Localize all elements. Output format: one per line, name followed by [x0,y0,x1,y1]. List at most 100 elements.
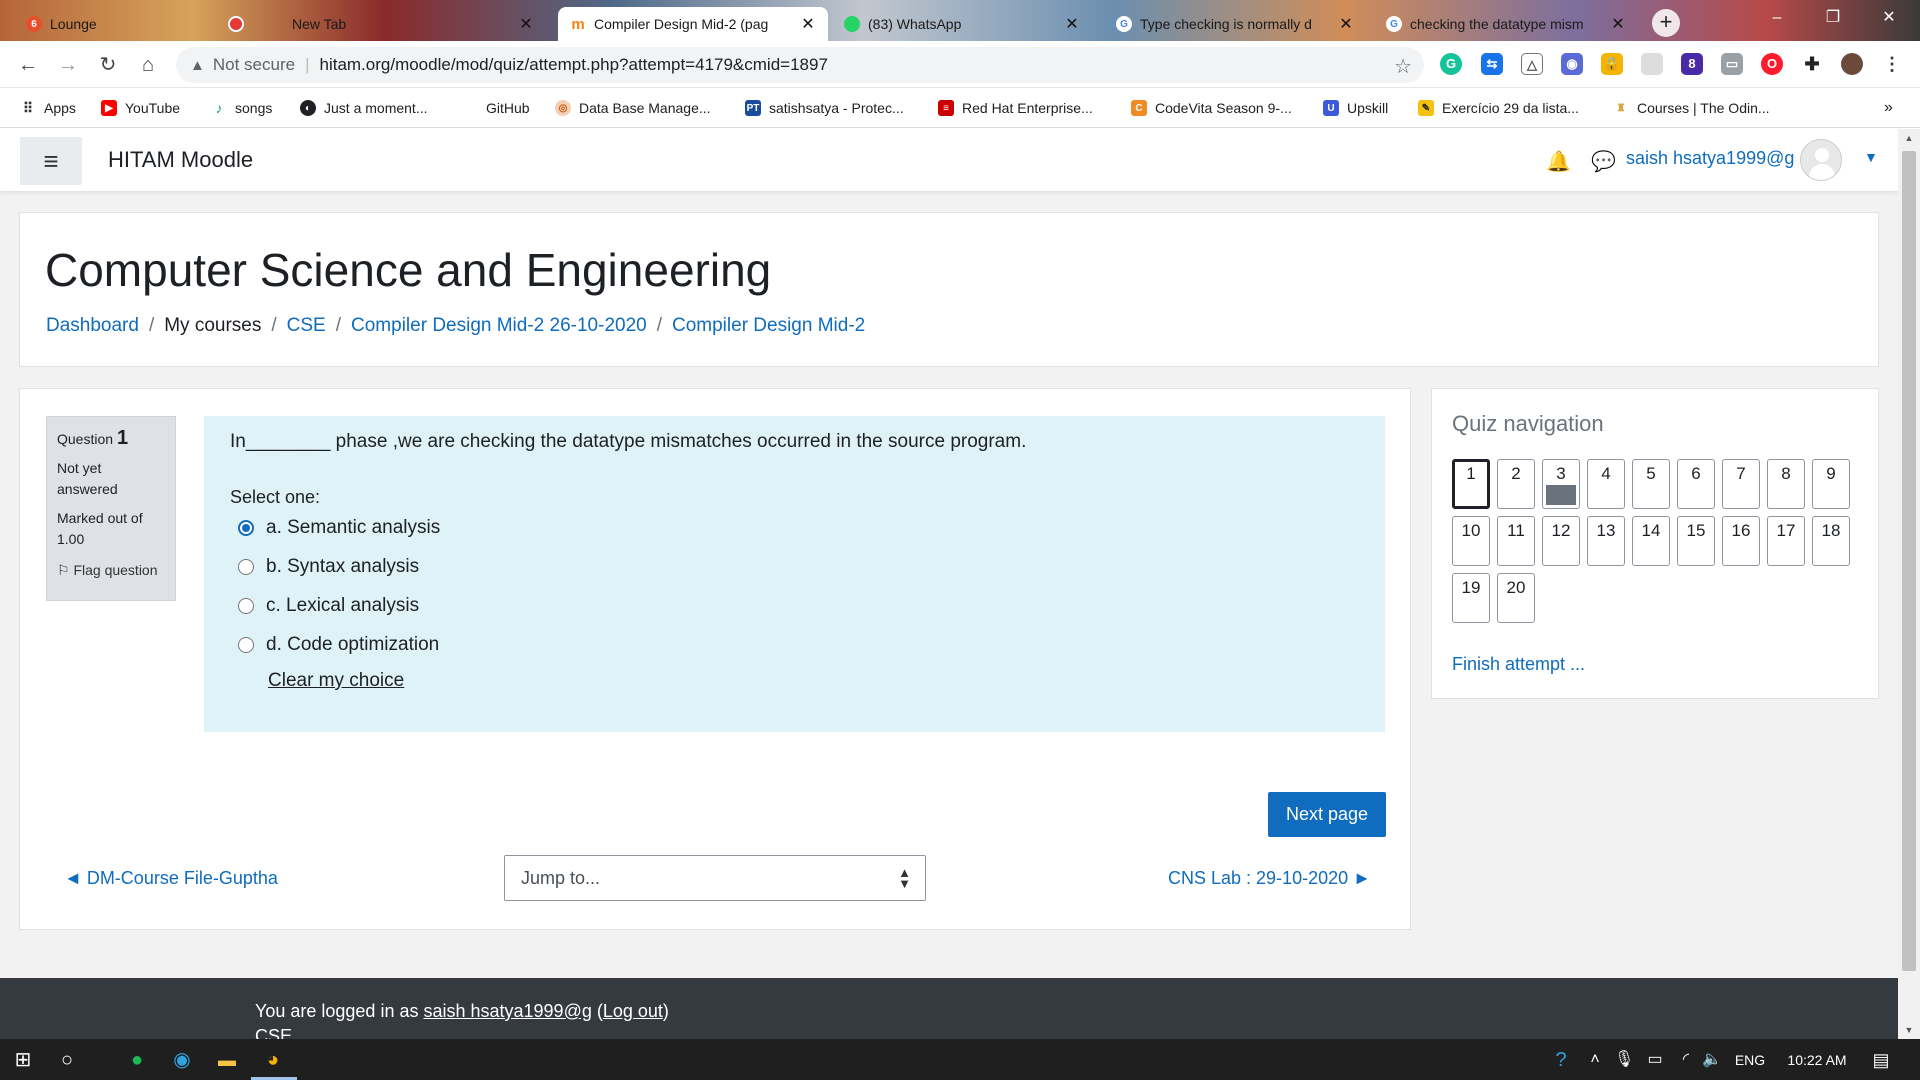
bookmark-just-a-moment[interactable]: ◐ Just a moment... [300,98,427,118]
menu-dots-icon[interactable]: ⋮ [1881,53,1903,75]
quiz-nav-button-8[interactable]: 8 [1767,459,1805,509]
quiz-nav-button-1[interactable]: 1 [1452,459,1490,509]
bookmark-database[interactable]: ◎ Data Base Manage... [555,98,711,118]
edge-icon[interactable]: ◉ [169,1047,195,1073]
quiz-nav-button-5[interactable]: 5 [1632,459,1670,509]
page-scrollbar[interactable]: ▲ ▼ [1898,129,1920,1039]
quiz-nav-button-10[interactable]: 10 [1452,516,1490,566]
translate-icon[interactable]: ⇆ [1481,53,1503,75]
option-label[interactable]: a. Semantic analysis [266,517,440,539]
bookmark-github[interactable]: GitHub [462,98,530,118]
bookmark-apps[interactable]: ⠿ Apps [20,98,76,118]
breadcrumb-mid2[interactable]: Compiler Design Mid-2 [672,315,865,337]
quiz-nav-button-19[interactable]: 19 [1452,573,1490,623]
quiz-nav-button-6[interactable]: 6 [1677,459,1715,509]
bookmark-upskill[interactable]: U Upskill [1323,98,1388,118]
option-label[interactable]: c. Lexical analysis [266,595,419,617]
user-menu-name[interactable]: saish hsatya1999@g [1626,148,1794,169]
next-activity-link[interactable]: CNS Lab : 29-10-2020 ► [1168,868,1371,889]
tab-lounge[interactable]: 6 Lounge [14,7,224,41]
forward-icon[interactable]: → [52,49,84,81]
bookmark-odin[interactable]: ♜ Courses | The Odin... [1613,98,1770,118]
footer-course-link[interactable]: CSE [255,1026,292,1039]
logout-link[interactable]: Log out [603,1001,663,1021]
bookmark-codevita[interactable]: C CodeVita Season 9-... [1131,98,1292,118]
extension-icon[interactable]: ◉ [1561,53,1583,75]
help-icon[interactable]: ? [1548,1047,1574,1073]
quiz-nav-button-18[interactable]: 18 [1812,516,1850,566]
notifications-bell-icon[interactable]: 🔔 [1546,149,1571,174]
radio-button-selected[interactable] [238,519,254,536]
notifications-center-icon[interactable]: ▤ [1868,1047,1894,1073]
site-name[interactable]: HITAM Moodle [108,147,253,173]
messages-chat-icon[interactable]: 💬 [1591,149,1616,174]
search-circle-icon[interactable]: ○ [54,1047,80,1073]
tray-chevron-up-icon[interactable]: ˄ [1585,1047,1605,1073]
tab-google-datatype[interactable]: G checking the datatype mism ✕ [1374,7,1638,41]
answer-option-d[interactable]: d. Code optimization [230,625,1359,664]
breadcrumb-cse[interactable]: CSE [287,315,326,337]
quiz-nav-button-20[interactable]: 20 [1497,573,1535,623]
breadcrumb-mid2-date[interactable]: Compiler Design Mid-2 26-10-2020 [351,315,647,337]
jump-to-select[interactable]: Jump to... ▲ ▼ [504,855,926,901]
quiz-nav-button-13[interactable]: 13 [1587,516,1625,566]
close-tab-icon[interactable]: ✕ [518,14,534,34]
bookmark-redhat[interactable]: ≡ Red Hat Enterprise... [938,98,1093,118]
back-icon[interactable]: ← [12,49,44,81]
quiz-nav-button-17[interactable]: 17 [1767,516,1805,566]
close-tab-icon[interactable]: ✕ [1064,14,1080,34]
opera-icon[interactable]: O [1761,53,1783,75]
bookmark-exercicio[interactable]: ✎ Exercício 29 da lista... [1418,98,1579,118]
radio-button[interactable] [238,636,254,653]
drive-icon[interactable]: △ [1521,53,1543,75]
cast-icon[interactable]: ▭ [1721,53,1743,75]
restore-icon[interactable]: ❐ [1810,0,1856,36]
lock-extension-icon[interactable]: 🔒 [1601,53,1623,75]
quiz-nav-button-9[interactable]: 9 [1812,459,1850,509]
scroll-down-icon[interactable]: ▼ [1898,1025,1920,1035]
quiz-nav-button-7[interactable]: 7 [1722,459,1760,509]
quiz-nav-button-14[interactable]: 14 [1632,516,1670,566]
quiz-nav-button-4[interactable]: 4 [1587,459,1625,509]
chrome-icon[interactable]: ◕ [260,1047,286,1073]
volume-icon[interactable]: 🔈 [1702,1047,1722,1073]
answer-option-a[interactable]: a. Semantic analysis [230,508,1359,547]
answer-option-b[interactable]: b. Syntax analysis [230,547,1359,586]
quiz-nav-button-16[interactable]: 16 [1722,516,1760,566]
option-label[interactable]: d. Code optimization [266,634,439,656]
breadcrumb-dashboard[interactable]: Dashboard [46,315,139,337]
spotify-icon[interactable]: ● [124,1047,150,1073]
avatar[interactable] [1800,139,1842,181]
bookmark-youtube[interactable]: ▶ YouTube [101,98,180,118]
next-page-button[interactable]: Next page [1268,792,1386,837]
close-tab-icon[interactable]: ✕ [1610,14,1626,34]
radio-button[interactable] [238,558,254,575]
hat-extension-icon[interactable]: 8 [1681,53,1703,75]
profile-icon[interactable] [1841,53,1863,75]
wifi-icon[interactable]: ◜ [1676,1047,1696,1073]
reload-icon[interactable]: ↻ [92,49,124,81]
tab-compiler-design[interactable]: m Compiler Design Mid-2 (pag ✕ [558,7,828,41]
hamburger-menu-button[interactable]: ≡ [20,137,82,185]
close-tab-icon[interactable]: ✕ [1338,14,1354,34]
clock[interactable]: 10:22 AM [1782,1047,1852,1073]
close-window-icon[interactable]: ✕ [1866,0,1912,36]
tab-whatsapp[interactable]: (83) WhatsApp ✕ [832,7,1092,41]
chevron-down-icon[interactable]: ▼ [1864,149,1878,165]
quiz-nav-button-11[interactable]: 11 [1497,516,1535,566]
language-indicator[interactable]: ENG [1730,1047,1770,1073]
bookmark-satishsatya[interactable]: PT satishsatya - Protec... [745,98,904,118]
option-label[interactable]: b. Syntax analysis [266,556,419,578]
clear-my-choice-link[interactable]: Clear my choice [268,670,404,692]
home-icon[interactable]: ⌂ [132,49,164,81]
answer-option-c[interactable]: c. Lexical analysis [230,586,1359,625]
footer-user-link[interactable]: saish hsatya1999@g [423,1001,591,1021]
more-bookmarks-button[interactable]: » [1884,98,1893,118]
quiz-nav-button-15[interactable]: 15 [1677,516,1715,566]
radio-button[interactable] [238,597,254,614]
address-bar[interactable]: ▲ Not secure | hitam.org/moodle/mod/quiz… [176,47,1424,83]
bookmark-star-icon[interactable]: ☆ [1394,54,1412,79]
blank-extension-icon[interactable] [1641,53,1663,75]
scrollbar-thumb[interactable] [1902,151,1916,971]
quiz-nav-button-2[interactable]: 2 [1497,459,1535,509]
